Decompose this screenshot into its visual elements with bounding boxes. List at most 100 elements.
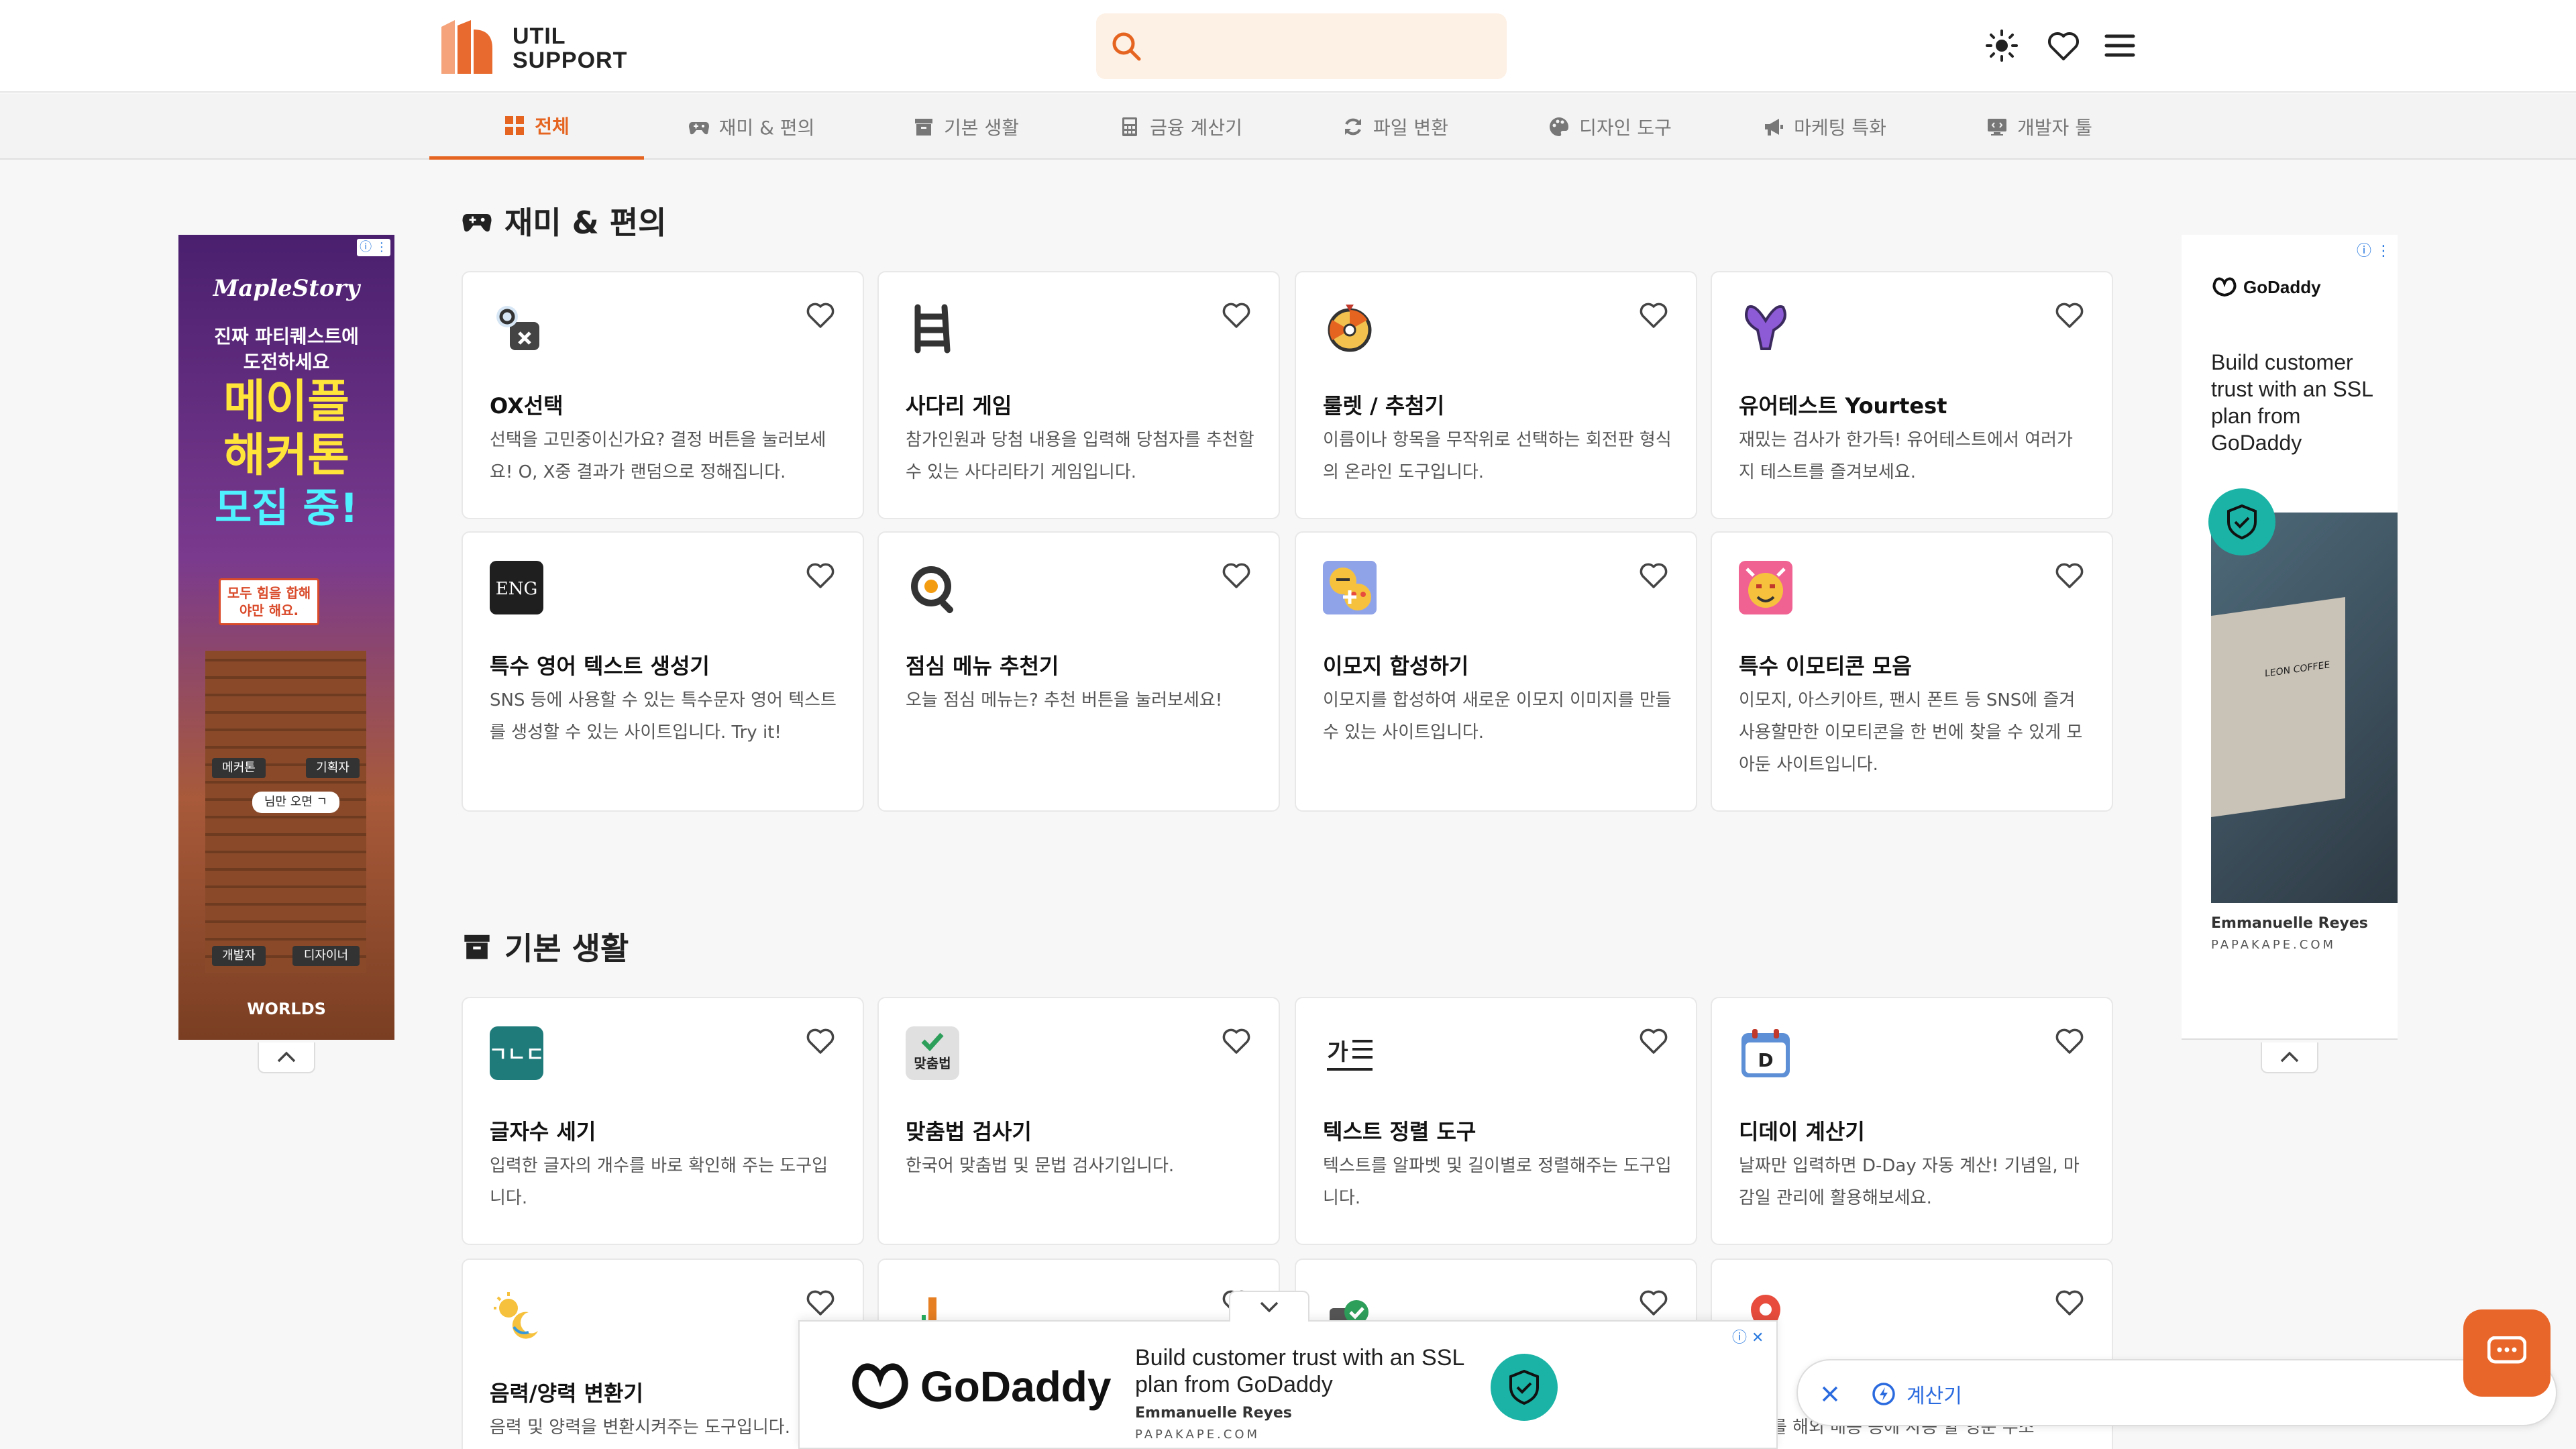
card-title: 텍스트 정렬 도구 xyxy=(1323,1119,1477,1144)
ad-info-icon[interactable]: ⓘ ✕ xyxy=(1732,1326,1764,1347)
ad-tag: 님만 오면 ㄱ xyxy=(252,792,339,813)
heart-icon[interactable] xyxy=(1638,1287,1669,1318)
search-box[interactable] xyxy=(1096,13,1507,79)
left-ad-banner[interactable]: ⓘ ⋮ MapleStory 진짜 파티퀘스트에 도전하세요 메이플 해커톤 모… xyxy=(178,235,394,1040)
logo-line2: SUPPORT xyxy=(513,48,628,73)
ad-headline2: 해커톤 xyxy=(223,429,350,482)
tab-basic-life[interactable]: 기본 생활 xyxy=(859,94,1073,160)
ad-laptop-text: LEON COFFEE xyxy=(1625,1368,1690,1387)
megaphone-icon xyxy=(1765,119,1784,136)
card-description: 참가인원과 당첨 내용을 입력해 당첨자를 추천할 수 있는 사다리타기 게임입… xyxy=(906,430,1254,482)
tab-developer[interactable]: 개발자 툴 xyxy=(1932,94,2147,160)
card-description: 한국어 맞춤법 및 문법 검사기입니다. xyxy=(906,1156,1175,1176)
tool-card[interactable]: 특수 이모티콘 모음 이모지, 아스키아트, 팬시 폰트 등 SNS에 즐겨 사… xyxy=(1711,531,2113,812)
heart-icon[interactable] xyxy=(805,1287,836,1318)
tool-card[interactable]: ㄱㄴㄷ 글자수 세기 입력한 글자의 개수를 바로 확인해 주는 도구입니다. xyxy=(462,997,864,1245)
theme-toggle-button[interactable] xyxy=(1983,27,2021,64)
tool-card[interactable]: 룰렛 / 추첨기 이름이나 항목을 무작위로 선택하는 회전판 형식의 온라인 … xyxy=(1295,271,1697,519)
tab-label: 파일 변환 xyxy=(1373,117,1448,139)
tool-card[interactable]: 사다리 게임 참가인원과 당첨 내용을 입력해 당첨자를 추천할 수 있는 사다… xyxy=(877,271,1280,519)
heart-icon[interactable] xyxy=(1221,299,1252,330)
close-icon[interactable] xyxy=(1818,1382,1842,1406)
tool-card[interactable]: ENG 특수 영어 텍스트 생성기 SNS 등에 사용할 수 있는 특수문자 영… xyxy=(462,531,864,812)
tab-finance[interactable]: 금융 계산기 xyxy=(1073,94,1288,160)
spellcheck-icon: 맞춤법 xyxy=(906,1026,959,1080)
ad-brand: GoDaddy xyxy=(2243,276,2321,297)
tab-file-convert[interactable]: 파일 변환 xyxy=(1288,94,1503,160)
ad-laptop: LEON COFFEE xyxy=(2211,596,2345,818)
ad-headline3: 모집 중! xyxy=(215,485,358,532)
tab-marketing[interactable]: 마케팅 특화 xyxy=(1717,94,1932,160)
card-title: 음력/양력 변환기 xyxy=(490,1381,643,1406)
tab-design[interactable]: 디자인 도구 xyxy=(1503,94,1717,160)
collapse-ad-button[interactable] xyxy=(258,1042,315,1073)
search-input[interactable] xyxy=(1154,30,1489,63)
heart-icon[interactable] xyxy=(1638,559,1669,590)
sun-icon xyxy=(1986,30,2018,62)
ad-tag: 기획자 xyxy=(306,758,360,778)
ad-headline1: 메이플 xyxy=(223,376,350,429)
card-title: 특수 영어 텍스트 생성기 xyxy=(490,653,710,679)
heart-icon[interactable] xyxy=(2054,1025,2085,1056)
heart-icon[interactable] xyxy=(1638,1025,1669,1056)
tool-card[interactable]: 이모지 합성하기 이모지를 합성하여 새로운 이모지 이미지를 만들 수 있는 … xyxy=(1295,531,1697,812)
tool-card[interactable]: 유어테스트 Yourtest 재밌는 검사가 한가득! 유어테스트에서 여러가지… xyxy=(1711,271,2113,519)
favorites-button[interactable] xyxy=(2045,27,2082,64)
card-description: 이름이나 항목을 무작위로 선택하는 회전판 형식의 온라인 도구입니다. xyxy=(1323,430,1672,482)
tool-card[interactable]: 가 텍스트 정렬 도구 텍스트를 알파벳 및 길이별로 정렬해주는 도구입니다. xyxy=(1295,997,1697,1245)
logo[interactable]: UTIL SUPPORT xyxy=(441,20,643,74)
tool-card[interactable]: D 디데이 계산기 날짜만 입력하면 D-Day 자동 계산! 기념일, 마감일… xyxy=(1711,997,2113,1245)
heart-icon[interactable] xyxy=(1638,299,1669,330)
ad-brand: MapleStory xyxy=(213,275,360,302)
ad-tag: 개발자 xyxy=(212,946,266,966)
heart-icon[interactable] xyxy=(805,559,836,590)
card-description: 입력한 글자의 개수를 바로 확인해 주는 도구입니다. xyxy=(490,1156,828,1208)
ad-brand-row: GoDaddy xyxy=(848,1358,1111,1415)
heart-icon[interactable] xyxy=(1221,559,1252,590)
tab-fun[interactable]: 재미 & 편의 xyxy=(644,94,859,160)
emoticon-icon xyxy=(1739,561,1792,614)
heart-icon[interactable] xyxy=(805,299,836,330)
collapse-ad-button[interactable] xyxy=(2261,1042,2318,1073)
lunar-icon xyxy=(494,1292,538,1339)
gamepad-icon xyxy=(688,122,709,135)
ad-info-icon[interactable]: ⓘ ⋮ xyxy=(357,239,390,256)
card-description: 이모지를 합성하여 새로운 이모지 이미지를 만들 수 있는 사이트입니다. xyxy=(1323,690,1672,743)
heart-icon[interactable] xyxy=(1221,1025,1252,1056)
shield-check-icon xyxy=(2227,504,2257,540)
ad-photo: LEON COFFEE xyxy=(2211,513,2398,903)
section-title-text: 기본 생활 xyxy=(504,930,629,967)
palette-icon xyxy=(1550,117,1569,136)
godaddy-logo-icon xyxy=(2212,277,2237,297)
tab-all[interactable]: 전체 xyxy=(429,94,644,160)
menu-button[interactable] xyxy=(2101,27,2139,64)
ad-headline: Build customer trust with an SSL plan fr… xyxy=(2211,350,2373,455)
ox-icon xyxy=(496,306,539,350)
tool-card[interactable]: 맞춤법 맞춤법 검사기 한국어 맞춤법 및 문법 검사기입니다. xyxy=(877,997,1280,1245)
heart-icon[interactable] xyxy=(2054,1287,2085,1318)
right-ad-banner[interactable]: ⓘ ⋮ GoDaddy Build customer trust with an… xyxy=(2182,235,2398,1040)
heart-icon[interactable] xyxy=(805,1025,836,1056)
collapse-bottom-ad-button[interactable] xyxy=(1229,1291,1309,1322)
emoji-mix-icon xyxy=(1323,561,1377,614)
tool-card[interactable]: 점심 메뉴 추천기 오늘 점심 메뉴는? 추천 버튼을 눌러보세요! xyxy=(877,531,1280,812)
yourtest-icon xyxy=(1745,305,1786,350)
ad-line2: 도전하세요 xyxy=(243,351,330,373)
card-description: 날짜만 입력하면 D-Day 자동 계산! 기념일, 마감일 관리에 활용해보세… xyxy=(1739,1156,2080,1208)
card-description: 이모지, 아스키아트, 팬시 폰트 등 SNS에 즐겨 사용할만한 이모티콘을 … xyxy=(1739,690,2083,775)
ad-badge xyxy=(2208,488,2275,555)
bottom-ad-banner[interactable]: GoDaddy Build customer trust with an SSL… xyxy=(798,1291,1778,1449)
ad-info-icon[interactable]: ⓘ ⋮ xyxy=(2357,239,2391,260)
calculator-bar[interactable]: 계산기 xyxy=(1796,1359,2557,1426)
tab-label: 디자인 도구 xyxy=(1579,117,1672,139)
chat-button[interactable] xyxy=(2463,1309,2551,1397)
heart-icon[interactable] xyxy=(2054,299,2085,330)
card-title: 이모지 합성하기 xyxy=(1323,653,1469,679)
section-title-fun: 재미 & 편의 xyxy=(462,199,666,243)
svg-text:맞춤법: 맞춤법 xyxy=(914,1055,951,1071)
ad-site: PAPAKAPE.COM xyxy=(1135,1428,1260,1442)
grid-icon xyxy=(505,115,525,135)
tool-card[interactable]: OX선택 선택을 고민중이신가요? 결정 버튼을 눌러보세요! O, X중 결과… xyxy=(462,271,864,519)
heart-icon[interactable] xyxy=(2054,559,2085,590)
tab-label: 재미 & 편의 xyxy=(718,117,815,139)
